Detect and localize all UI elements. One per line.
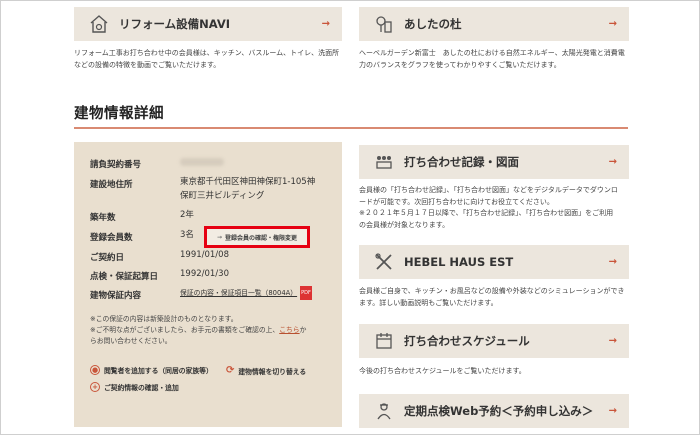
reform-navi-card[interactable]: リフォーム設備NAVI → (74, 7, 342, 41)
tree-building-icon (373, 13, 395, 35)
inspector-icon (373, 400, 395, 422)
tools-icon (373, 251, 395, 273)
building-detail-panel: 請負契約番号 建設地住所 東京都千代田区神田神保町1-105神 保町三井ビルディ… (74, 142, 342, 427)
meeting-record-card[interactable]: 打ち合わせ記録・図面 → (359, 145, 629, 179)
notes: ※この保証の内容は新築設計のものとなります。 ※ご不明な点がございましたら、お手… (90, 315, 307, 345)
contract-date-label: ご契約日 (90, 253, 125, 263)
hebel-haus-est-desc: 会員様ご自身で、キッチン・お風呂などの設備や外装などのシミュレーションができ ま… (359, 287, 625, 307)
section-divider (74, 127, 628, 129)
member-permission-button[interactable]: → 登録会員の確認・権限変更 (204, 226, 310, 248)
members-label: 登録会員数 (90, 233, 133, 243)
page-frame: リフォーム設備NAVI → リフォーム工事お打ち合わせ中の会員様は、キッチン、バ… (0, 0, 700, 435)
meeting-record-icon (373, 151, 395, 173)
section-title: 建物情報詳細 (74, 106, 164, 122)
members-value: 3名 (180, 230, 194, 240)
contract-no-value (180, 155, 224, 169)
meeting-record-desc: 会員様の「打ち合わせ記録」、「打ち合わせ図面」などをデジタルデータでダウンロ ー… (359, 186, 618, 229)
hebel-haus-est-card[interactable]: HEBEL HAUS EST → (359, 245, 629, 279)
warranty-label: 建物保証内容 (90, 291, 142, 301)
pdf-icon: PDF (300, 286, 312, 300)
arrow-right-icon: → (608, 335, 617, 347)
age-label: 築年数 (90, 213, 116, 223)
calendar-icon (373, 330, 395, 352)
warranty-link[interactable]: 保証の内容・保証項目一覧（8004A） (180, 289, 297, 297)
arrow-right-icon: → (321, 18, 330, 30)
arrow-right-icon: → (216, 233, 222, 241)
house-gear-icon (88, 13, 110, 35)
ashita-no-mori-desc: ヘーベルガーデン新富士 あしたの杜における自然エネルギー、太陽光発電と消費電 力… (359, 49, 625, 69)
inspection-reservation-title: 定期点検Web予約＜予約申し込み＞ (404, 404, 594, 418)
warranty-start-label: 点検・保証起算日 (90, 272, 159, 282)
meeting-schedule-card[interactable]: 打ち合わせスケジュール → (359, 324, 629, 358)
ashita-no-mori-card[interactable]: あしたの杜 → (359, 7, 629, 41)
arrow-right-icon: → (608, 18, 617, 30)
hebel-haus-est-title: HEBEL HAUS EST (404, 255, 514, 269)
arrow-right-icon: → (608, 156, 617, 168)
inspection-reservation-card[interactable]: 定期点検Web予約＜予約申し込み＞ → (359, 394, 629, 428)
switch-building-link[interactable]: ⟳ 建物情報を切り替える (226, 365, 306, 376)
contract-date-value: 1991/01/08 (180, 250, 229, 260)
masked-value (180, 157, 224, 166)
contract-confirm-link[interactable]: + ご契約情報の確認・追加 (90, 382, 179, 392)
reform-navi-title: リフォーム設備NAVI (119, 17, 231, 31)
add-viewer-link[interactable]: ● 閲覧者を追加する（同居の家族等） (90, 365, 213, 375)
meeting-schedule-desc: 今後の打ち合わせスケジュールをご覧いただけます。 (359, 367, 526, 375)
ashita-no-mori-title: あしたの杜 (404, 17, 462, 31)
meeting-record-title: 打ち合わせ記録・図面 (404, 155, 519, 169)
plus-icon: + (90, 382, 100, 392)
reform-navi-desc: リフォーム工事お打ち合わせ中の会員様は、キッチン、バスルーム、トイレ、洗面所 な… (74, 49, 340, 69)
address-label: 建設地住所 (90, 180, 133, 190)
contact-link[interactable]: こちら (279, 326, 299, 334)
address-value: 東京都千代田区神田神保町1-105神 保町三井ビルディング (180, 177, 316, 201)
person-add-icon: ● (90, 365, 100, 375)
warranty-start-value: 1992/01/30 (180, 269, 229, 279)
contract-no-label: 請負契約番号 (90, 160, 142, 170)
warranty-value: 保証の内容・保証項目一覧（8004A） PDF (180, 286, 312, 300)
arrow-right-icon: → (608, 405, 617, 417)
member-permission-label: 登録会員の確認・権限変更 (225, 234, 298, 242)
refresh-icon: ⟳ (226, 365, 235, 376)
age-value: 2年 (180, 210, 194, 220)
arrow-right-icon: → (608, 256, 617, 268)
meeting-schedule-title: 打ち合わせスケジュール (404, 334, 530, 348)
